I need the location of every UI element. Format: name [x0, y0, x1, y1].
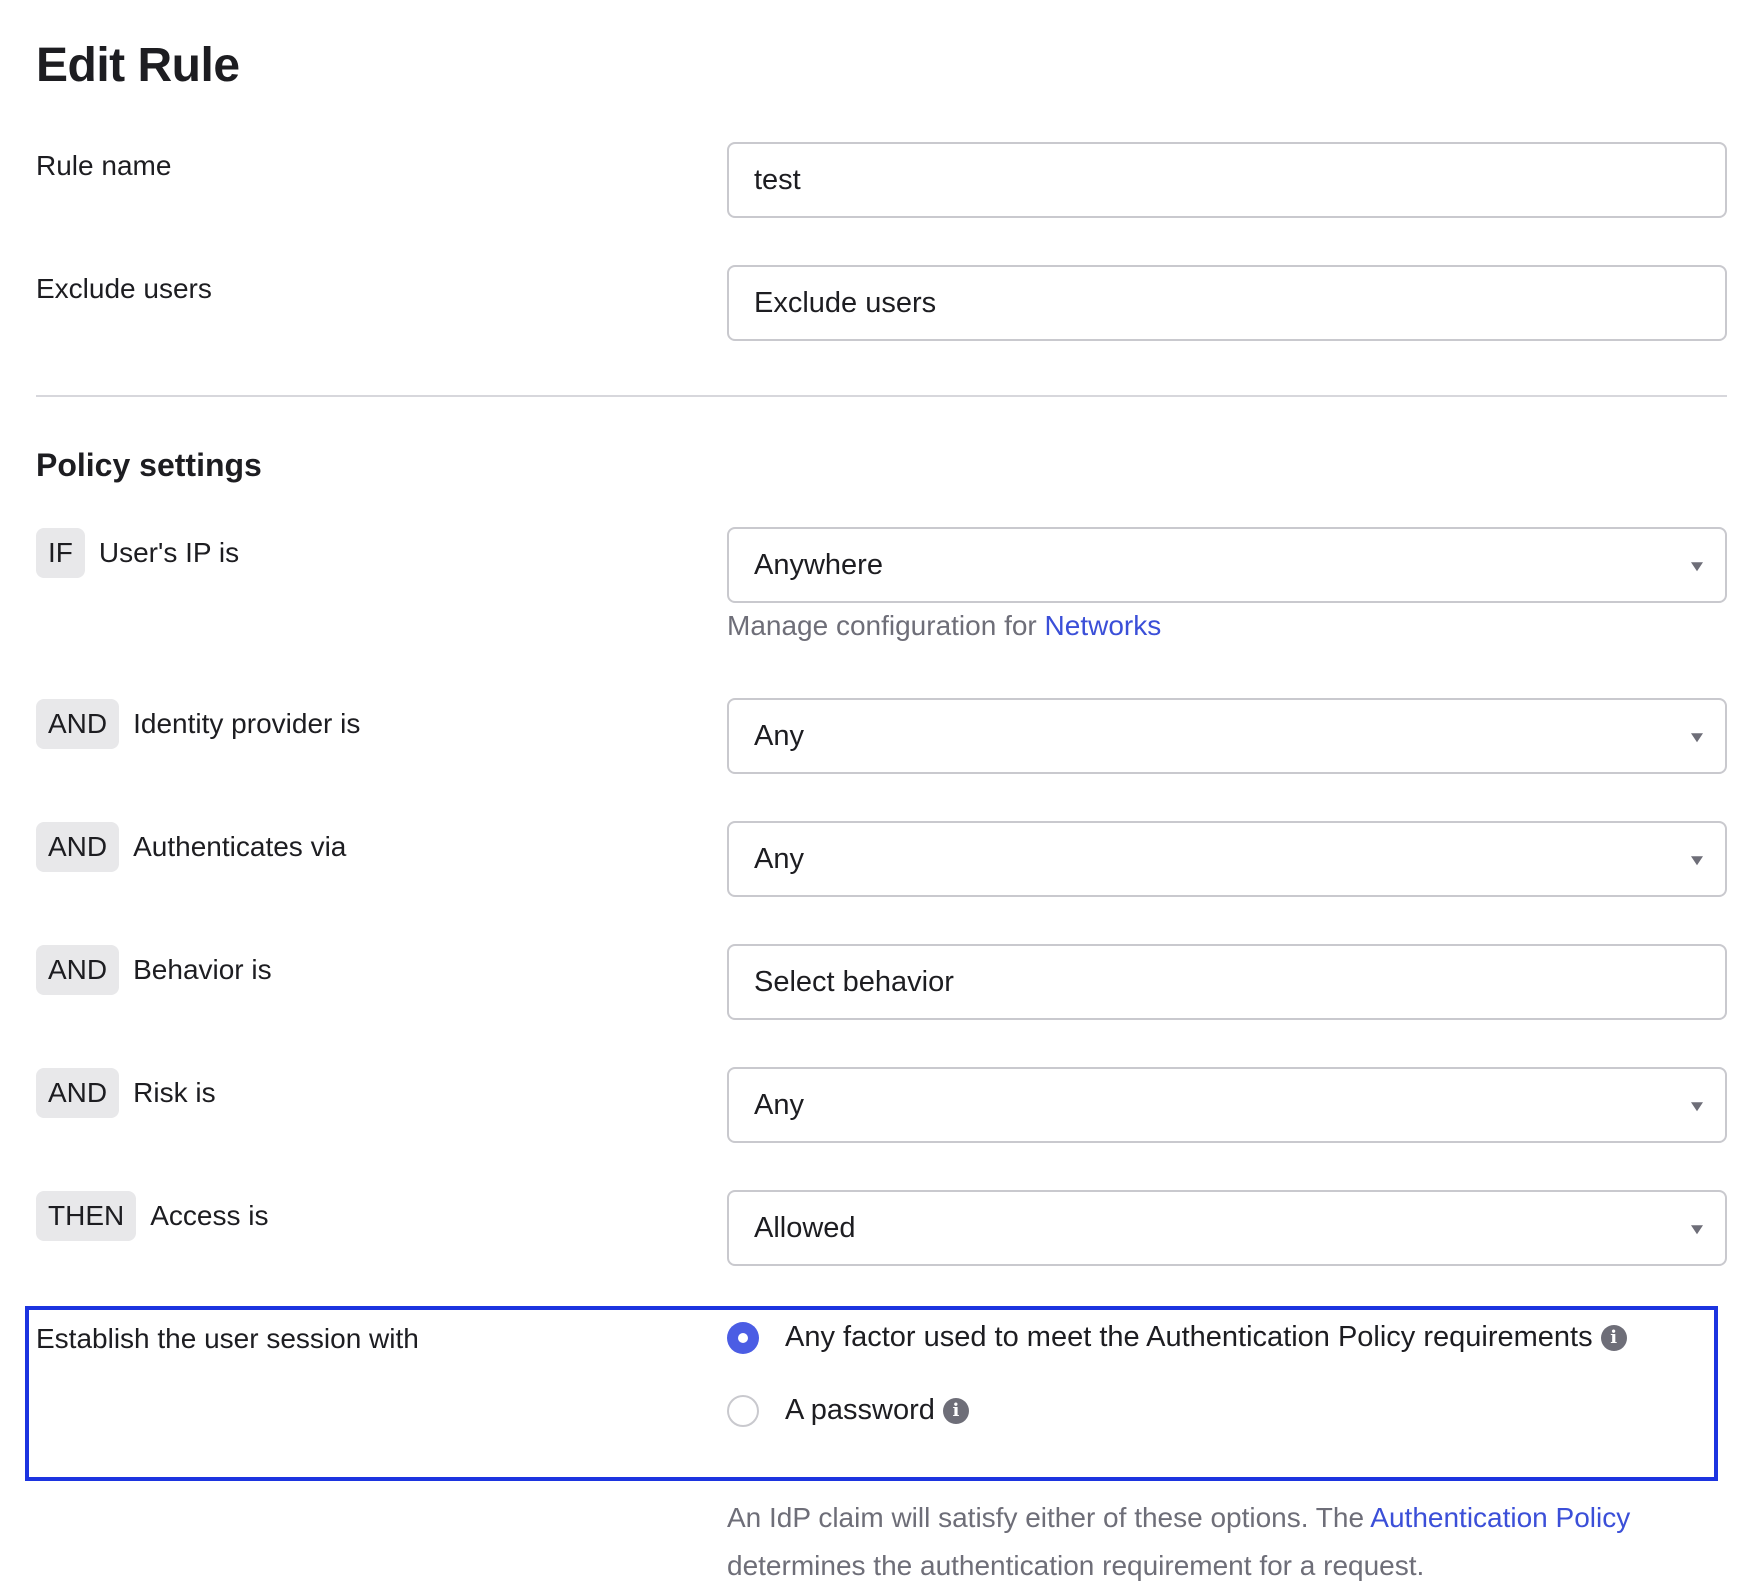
condition-label: Access is: [150, 1200, 269, 1231]
condition-badge: THEN: [36, 1191, 137, 1241]
session-hint: An IdP claim will satisfy either of thes…: [727, 1494, 1737, 1588]
radio-password-label: A password: [785, 1394, 935, 1426]
condition-badge: AND: [36, 1068, 120, 1118]
condition-ip: IF User's IP is: [36, 528, 239, 578]
idp-select-value: Any: [754, 719, 804, 752]
rule-name-input[interactable]: test: [727, 142, 1727, 218]
authenticates-via-value: Any: [754, 842, 804, 875]
authentication-policy-link[interactable]: Authentication Policy: [1370, 1502, 1630, 1533]
radio-password[interactable]: A password i: [727, 1394, 969, 1427]
network-hint: Manage configuration for Networks: [727, 602, 1161, 650]
chevron-down-icon: [1691, 856, 1703, 866]
chevron-down-icon: [1691, 1102, 1703, 1112]
chevron-down-icon: [1691, 1225, 1703, 1235]
condition-label: Identity provider is: [133, 708, 361, 739]
exclude-users-input[interactable]: Exclude users: [727, 265, 1727, 341]
condition-access: THEN Access is: [36, 1191, 268, 1241]
condition-badge: AND: [36, 945, 120, 995]
rule-name-value: test: [754, 163, 801, 196]
session-hint-text-after: determines the authentication requiremen…: [727, 1550, 1425, 1581]
behavior-placeholder: Select behavior: [754, 965, 954, 998]
chevron-down-icon: [1691, 733, 1703, 743]
info-icon[interactable]: i: [942, 1397, 969, 1424]
session-label: Establish the user session with: [36, 1323, 419, 1354]
radio-any-factor[interactable]: Any factor used to meet the Authenticati…: [727, 1321, 1627, 1354]
ip-select[interactable]: Anywhere: [727, 527, 1727, 603]
ip-select-value: Anywhere: [754, 548, 883, 581]
policy-settings-title: Policy settings: [36, 447, 262, 483]
rule-name-label: Rule name: [36, 150, 172, 181]
condition-behavior: AND Behavior is: [36, 945, 272, 995]
radio-any-factor-selected[interactable]: [727, 1321, 759, 1354]
exclude-users-placeholder: Exclude users: [754, 286, 937, 319]
networks-link[interactable]: Networks: [1045, 610, 1162, 641]
network-hint-text: Manage configuration for: [727, 610, 1045, 641]
chevron-down-icon: [1691, 562, 1703, 572]
radio-password-unselected[interactable]: [727, 1394, 759, 1427]
condition-badge: IF: [36, 528, 85, 578]
condition-label: Risk is: [133, 1077, 216, 1108]
access-select-value: Allowed: [754, 1211, 856, 1244]
idp-select[interactable]: Any: [727, 698, 1727, 774]
behavior-input[interactable]: Select behavior: [727, 944, 1727, 1020]
access-select[interactable]: Allowed: [727, 1190, 1727, 1266]
info-icon[interactable]: i: [1600, 1324, 1627, 1351]
authenticates-via-select[interactable]: Any: [727, 821, 1727, 897]
condition-label: Authenticates via: [133, 831, 347, 862]
condition-risk: AND Risk is: [36, 1068, 216, 1118]
condition-authenticates-via: AND Authenticates via: [36, 822, 346, 872]
condition-label: Behavior is: [133, 954, 272, 985]
condition-label: User's IP is: [98, 537, 240, 568]
condition-idp: AND Identity provider is: [36, 699, 360, 749]
page-title: Edit Rule: [36, 39, 240, 92]
condition-badge: AND: [36, 699, 120, 749]
section-divider: [36, 395, 1727, 397]
risk-select-value: Any: [754, 1088, 804, 1121]
radio-any-factor-label: Any factor used to meet the Authenticati…: [785, 1321, 1593, 1353]
risk-select[interactable]: Any: [727, 1067, 1727, 1143]
condition-badge: AND: [36, 822, 120, 872]
exclude-users-label: Exclude users: [36, 273, 212, 304]
session-hint-text: An IdP claim will satisfy either of thes…: [727, 1502, 1371, 1533]
